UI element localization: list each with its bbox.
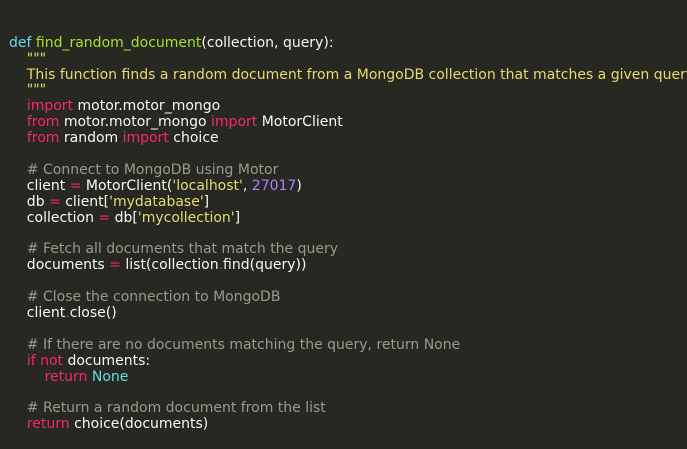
code-block: def find_random_document(collection, que… [9,34,687,433]
code-line: """ [9,50,687,68]
keyword-token: import [122,130,169,147]
code-text-token: ] [234,209,241,226]
code-line: if not documents: [9,352,687,370]
string-literal-token: 'mycollection' [137,209,235,226]
code-line: """ [9,83,687,99]
operator-token: = [49,193,61,210]
docstring-token: This function finds a random document fr… [9,66,687,83]
keyword-token: import [26,98,74,115]
keyword-token: return [44,368,88,385]
operator-token: = [98,209,111,226]
comment-token: # Close the connection to MongoDB [9,289,281,306]
code-line: client = MotorClient('localhost', 27017) [9,177,687,195]
code-line: import motor.motor_mongo [9,98,687,115]
keyword-token: import [211,114,258,131]
code-line: # Fetch all documents that match the que… [9,241,687,258]
code-line: from random import choice [9,130,687,147]
comment-token: # Return a random document from the list [9,400,326,417]
code-text-token: motor.motor_mongo [73,98,221,115]
function-name-token: find_random_document [35,34,202,51]
code-text-token: choice [168,130,219,147]
string-literal-token: 'localhost' [172,177,243,194]
code-line: return None [9,368,687,386]
docstring-token: """ [9,50,47,67]
keyword-token: if [26,352,36,369]
docstring-token: """ [9,82,47,99]
code-text-token: ) [296,177,302,194]
comment-token: # If there are no documents matching the… [9,336,461,353]
code-text-token: ] [203,193,210,210]
code-text-token: documents [9,257,110,274]
string-literal-token: 'mydatabase' [109,193,204,210]
keyword-token: not [40,352,64,369]
code-line: # Return a random document from the list [9,400,687,417]
code-line: # Close the connection to MongoDB [9,289,687,306]
code-line: collection = db['mycollection'] [9,209,687,227]
code-text-token: documents: [63,352,151,369]
constant-token: None [91,368,129,385]
operator-token: = [109,257,121,274]
code-line: def find_random_document(collection, que… [9,34,687,52]
code-text-token: MotorClient( [81,177,173,194]
def-keyword-token: def [9,34,32,51]
code-text-token: db [9,193,50,210]
code-text-token: client [9,304,66,321]
code-text-token: , [242,177,252,194]
code-line: # Connect to MongoDB using Motor [9,161,687,179]
code-text-token: client [9,177,70,194]
code-line: documents = list(collection.find(query)) [9,257,687,274]
comment-token: # Fetch all documents that match the que… [9,241,339,258]
code-text-token: close() [69,304,117,321]
code-text-token: random [59,130,123,147]
code-line: db = client['mydatabase'] [9,193,687,211]
comment-token: # Connect to MongoDB using Motor [9,161,279,178]
code-text-token: list(collection [120,257,219,274]
operator-token: = [69,177,82,194]
keyword-token: from [26,130,60,147]
code-line: client.close() [9,304,687,322]
code-line: from motor.motor_mongo import MotorClien… [9,114,687,131]
number-literal-token: 27017 [251,177,297,194]
code-text-token: (collection, query): [201,34,334,51]
code-text-token: MotorClient [257,114,343,131]
keyword-token: from [26,114,60,131]
code-text-token: client[ [60,193,110,210]
code-text-token: db[ [110,209,138,226]
keyword-token: return [26,416,70,433]
code-editor[interactable]: def find_random_document(collection, que… [0,0,687,432]
code-line: # If there are no documents matching the… [9,336,687,354]
code-line: This function finds a random document fr… [9,66,687,84]
code-text-token: motor.motor_mongo [59,114,212,131]
code-text-token: find(query)) [223,257,307,274]
code-text-token: collection [9,209,99,226]
code-text-token: choice(documents) [69,416,209,433]
